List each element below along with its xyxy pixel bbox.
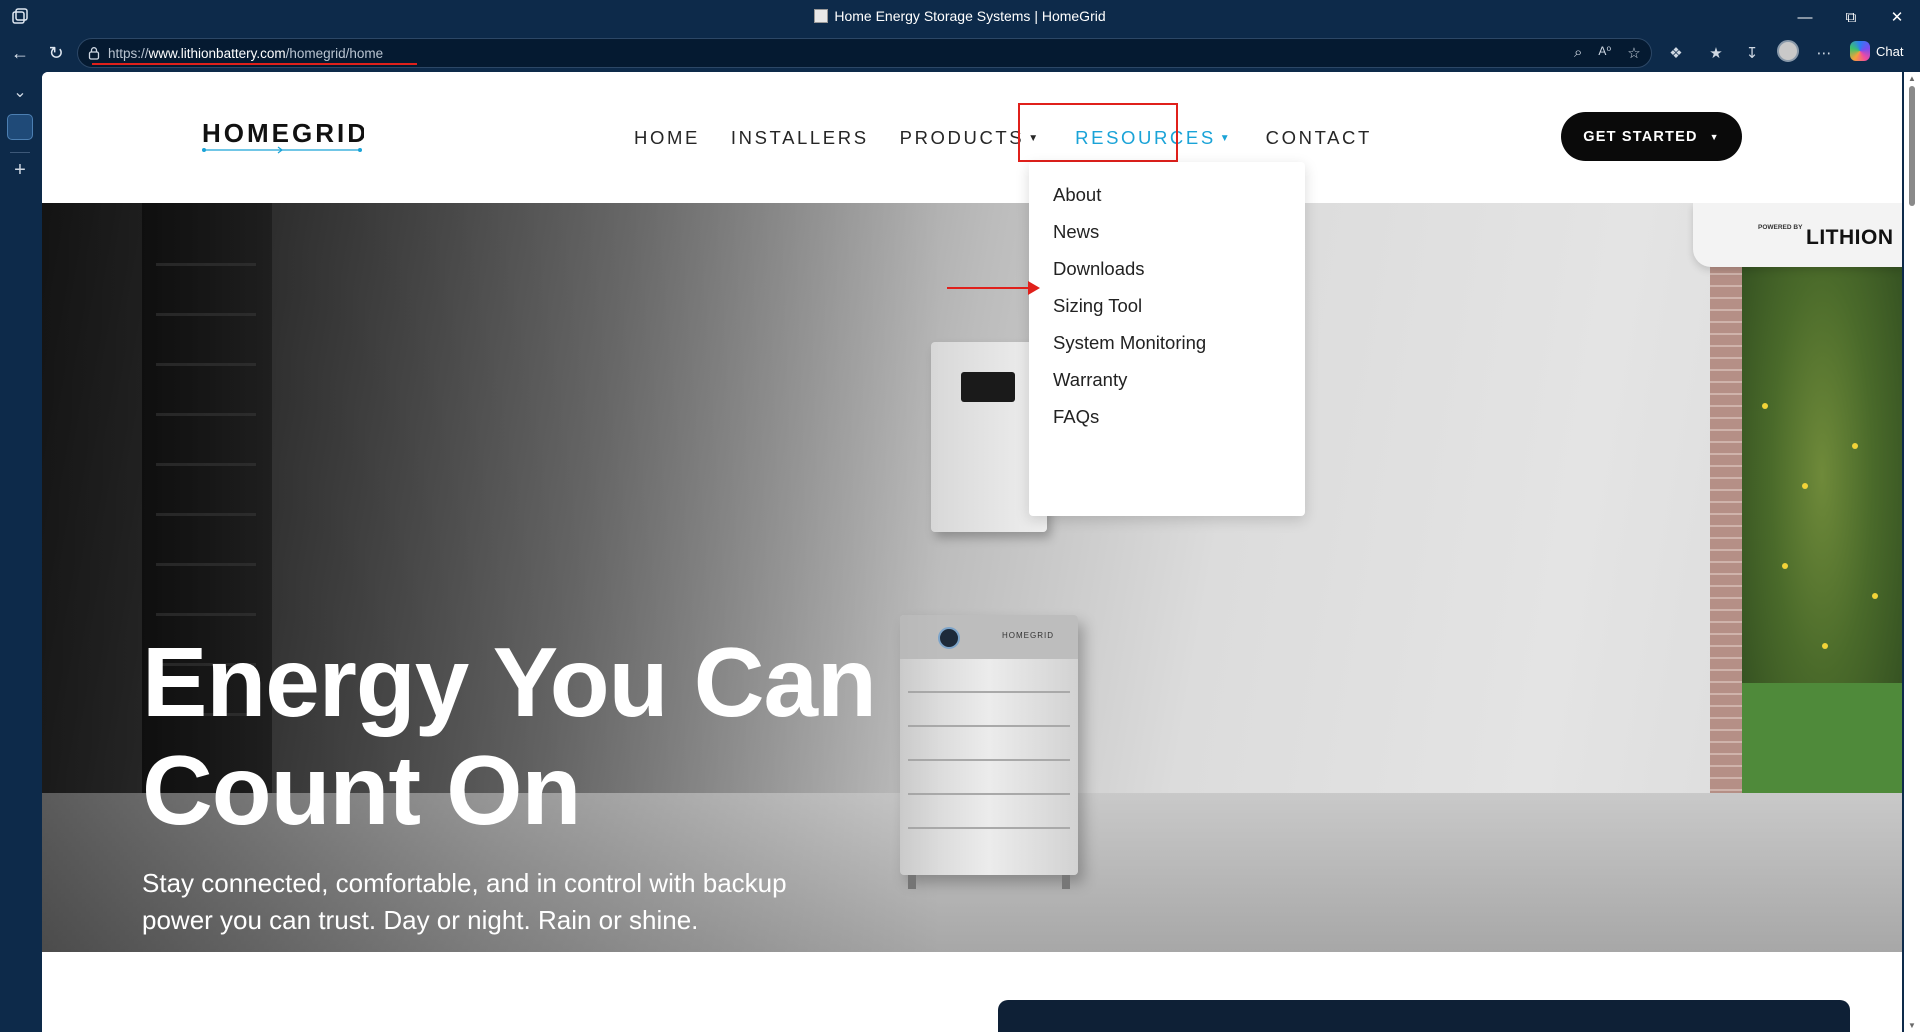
- close-icon[interactable]: ✕: [1874, 0, 1920, 34]
- downloads-annotation-arrow: [947, 287, 1031, 289]
- back-arrow-icon[interactable]: ←: [6, 40, 34, 66]
- zoom-icon[interactable]: ⌕: [1574, 44, 1582, 64]
- menu-item-faqs[interactable]: FAQs: [1053, 406, 1099, 428]
- read-aloud-icon[interactable]: A⁰: [1598, 44, 1611, 64]
- more-options-icon[interactable]: ⋯: [1811, 40, 1837, 66]
- nav-installers[interactable]: INSTALLERS: [731, 127, 869, 149]
- url-annotation-underline: [92, 63, 417, 65]
- browser-titlebar: Home Energy Storage Systems | HomeGrid —…: [0, 0, 1920, 34]
- nav-installers-label: INSTALLERS: [730, 127, 869, 148]
- refresh-icon[interactable]: ↻: [42, 40, 70, 66]
- menu-item-sizing-tool[interactable]: Sizing Tool: [1053, 295, 1142, 317]
- menu-item-downloads[interactable]: Downloads: [1053, 258, 1145, 280]
- copilot-icon: [1850, 41, 1870, 61]
- favorite-star-icon[interactable]: ☆: [1627, 44, 1640, 64]
- lock-icon[interactable]: [87, 46, 101, 60]
- battery-brand-label: HOMEGRID: [1002, 631, 1054, 640]
- hero-section: HOMEGRID Energy You Can Count On Stay co…: [42, 203, 1902, 952]
- nav-contact[interactable]: CONTACT: [1266, 127, 1372, 149]
- arrow-head-icon: [1028, 281, 1040, 295]
- vertical-tab-rail: ⌄ +: [0, 72, 40, 1032]
- nav-home-label: HOME: [634, 127, 700, 148]
- active-tab-thumbnail[interactable]: [7, 114, 33, 140]
- menu-item-system-monitoring[interactable]: System Monitoring: [1053, 332, 1206, 354]
- hero-headline: Energy You Can Count On: [142, 627, 877, 845]
- window-title: Home Energy Storage Systems | HomeGrid: [0, 8, 1920, 24]
- url-path: /homegrid/home: [285, 46, 384, 61]
- scroll-up-icon[interactable]: ▲: [1908, 74, 1916, 83]
- minimize-icon[interactable]: —: [1782, 0, 1828, 34]
- restore-icon[interactable]: ⧉: [1828, 0, 1874, 34]
- url-actions: ⌕ A⁰ ☆: [1574, 44, 1641, 64]
- caret-down-icon: ▼: [1709, 131, 1720, 142]
- window-title-text: Home Energy Storage Systems | HomeGrid: [834, 8, 1106, 24]
- hero-subheadline: Stay connected, comfortable, and in cont…: [142, 868, 787, 935]
- powered-by-lithion-badge: POWERED BY LITHION: [1693, 203, 1902, 267]
- resources-annotation-box: [1018, 103, 1178, 162]
- powered-by-label: POWERED BY: [1758, 224, 1803, 231]
- scrollbar-thumb[interactable]: [1909, 86, 1915, 206]
- caret-down-icon: ▼: [1219, 133, 1230, 144]
- favorites-icon[interactable]: ★: [1703, 40, 1729, 66]
- chat-label: Chat: [1876, 43, 1904, 59]
- web-page-viewport: HOMEGRID Energy You Can Count On Stay co…: [42, 72, 1902, 1032]
- scroll-down-icon[interactable]: ▼: [1908, 1021, 1916, 1030]
- nav-home[interactable]: HOME: [634, 127, 700, 149]
- rail-divider: [10, 152, 30, 153]
- page-scrollbar[interactable]: ▲ ▼: [1904, 72, 1920, 1032]
- downloads-icon[interactable]: ↧: [1739, 40, 1765, 66]
- site-header: HOMEGRID HOME INSTALLERS PRODUCTS ▼ RESOU…: [42, 72, 1902, 203]
- nav-products-label: PRODUCTS: [899, 127, 1025, 148]
- below-fold-card: [998, 1000, 1850, 1032]
- browser-toolbar: ← ↻ https://www.lithionbattery.com/homeg…: [0, 34, 1920, 72]
- resources-dropdown-menu: About News Downloads Sizing Tool System …: [1029, 162, 1305, 516]
- get-started-button[interactable]: GET STARTED ▼: [1561, 112, 1742, 161]
- site-favicon-icon: [814, 9, 829, 23]
- new-tab-plus-icon[interactable]: +: [8, 158, 32, 182]
- url-domain: www.lithionbattery.com: [148, 46, 286, 61]
- chevron-down-icon[interactable]: ⌄: [8, 80, 32, 104]
- url-text[interactable]: https://www.lithionbattery.com/homegrid/…: [108, 46, 383, 61]
- profile-avatar[interactable]: [1777, 40, 1799, 62]
- extensions-icon[interactable]: ❖: [1663, 40, 1689, 66]
- menu-item-about[interactable]: About: [1053, 184, 1101, 206]
- logo-text: HOMEGRID: [202, 118, 364, 148]
- url-prefix: https://: [108, 46, 149, 61]
- hero-garden-image: [1742, 263, 1902, 793]
- nav-contact-label: CONTACT: [1265, 127, 1372, 148]
- menu-item-news[interactable]: News: [1053, 221, 1099, 243]
- copilot-chat-button[interactable]: Chat: [1850, 39, 1903, 63]
- homegrid-logo[interactable]: HOMEGRID: [202, 118, 364, 156]
- hero-brick-pillar: [1710, 203, 1742, 793]
- menu-item-warranty[interactable]: Warranty: [1053, 369, 1127, 391]
- lithion-logo: LITHION: [1806, 226, 1894, 249]
- get-started-label: GET STARTED: [1583, 128, 1698, 145]
